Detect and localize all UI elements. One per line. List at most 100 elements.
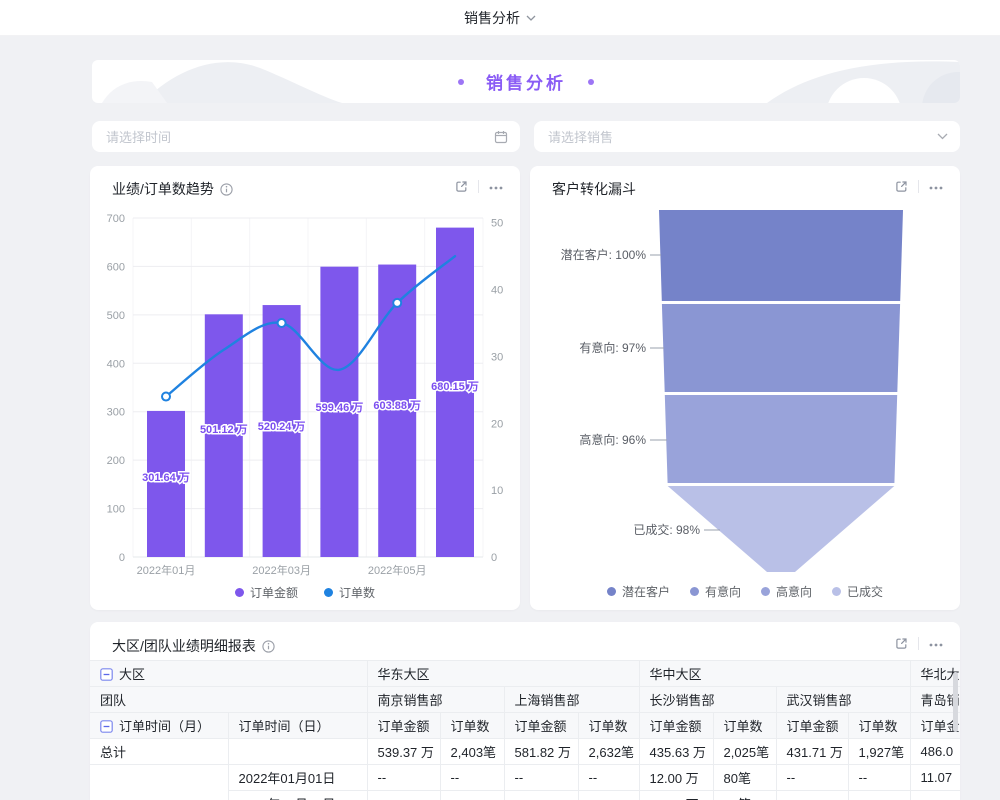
- svg-text:200: 200: [107, 455, 125, 467]
- svg-text:2022年03月: 2022年03月: [252, 563, 311, 577]
- expand-icon[interactable]: [454, 179, 469, 194]
- value-cell: --: [848, 765, 910, 791]
- legend-item-line[interactable]: 订单数: [324, 584, 375, 601]
- value-cell: 11.07: [910, 765, 960, 791]
- svg-text:2022年01月: 2022年01月: [137, 563, 196, 577]
- svg-text:301.64 万: 301.64 万: [142, 471, 190, 484]
- svg-text:700: 700: [107, 213, 125, 225]
- info-icon[interactable]: [262, 640, 275, 653]
- team-header-cell: 武汉销售部: [776, 687, 910, 713]
- svg-text:0: 0: [119, 552, 125, 564]
- collapse-icon[interactable]: [100, 668, 113, 681]
- svg-text:600: 600: [107, 261, 125, 273]
- svg-text:680.15 万: 680.15 万: [431, 380, 479, 393]
- more-options-icon[interactable]: [488, 180, 504, 194]
- calendar-icon[interactable]: [494, 130, 508, 144]
- legend-item-funnel-stage[interactable]: 已成交: [832, 583, 883, 600]
- value-cell: [367, 791, 440, 800]
- svg-text:603.88 万: 603.88 万: [373, 399, 421, 412]
- svg-text:40: 40: [491, 285, 503, 297]
- value-cell: --: [504, 765, 578, 791]
- row-total-label: 总计: [90, 739, 228, 765]
- expand-icon[interactable]: [894, 179, 909, 194]
- value-cell: --: [776, 765, 848, 791]
- vertical-scrollbar-thumb[interactable]: [953, 672, 958, 732]
- day-column-header: 订单时间（日）: [228, 713, 367, 739]
- svg-text:高意向: 96%: 高意向: 96%: [579, 432, 646, 447]
- topbar: 销售分析: [0, 0, 1000, 36]
- value-cell: 435.63 万: [639, 739, 713, 765]
- trend-chart-card: 业绩/订单数趋势 0100200300400500600700010203040…: [90, 166, 520, 610]
- metric-column-header: 订单数: [578, 713, 639, 739]
- svg-text:520.24 万: 520.24 万: [258, 420, 306, 433]
- region-dimension-cell: 大区: [90, 661, 367, 687]
- report-table-card: 大区/团队业绩明细报表 大区华东大区华中大区华北大区团队南京销售部上海销售部长沙…: [90, 622, 960, 800]
- value-cell: 2,025笔: [713, 739, 776, 765]
- svg-text:30: 30: [491, 351, 503, 363]
- sales-filter-placeholder: 请选择销售: [548, 127, 937, 146]
- legend-dot: [761, 587, 770, 596]
- legend-label: 潜在客户: [622, 583, 670, 600]
- banner-title: 销售分析: [486, 69, 566, 94]
- value-cell: 539.37 万: [367, 739, 440, 765]
- time-filter-input[interactable]: 请选择时间: [92, 121, 520, 152]
- region-header-cell: 华中大区: [639, 661, 910, 687]
- chevron-down-icon[interactable]: [937, 133, 948, 140]
- value-cell: 2,632笔: [578, 739, 639, 765]
- value-cell: --: [440, 765, 504, 791]
- value-cell: [910, 791, 960, 800]
- more-options-icon[interactable]: [928, 180, 944, 194]
- expand-icon[interactable]: [894, 636, 909, 651]
- report-title: 大区/团队业绩明细报表: [112, 636, 256, 656]
- page-title-dropdown[interactable]: 销售分析: [464, 8, 520, 28]
- svg-text:599.46 万: 599.46 万: [316, 401, 364, 414]
- svg-text:有意向: 97%: 有意向: 97%: [579, 340, 646, 355]
- metric-column-header: 订单数: [440, 713, 504, 739]
- legend-label: 订单金额: [250, 584, 298, 601]
- value-cell: 486.0: [910, 739, 960, 765]
- value-cell: [504, 791, 578, 800]
- region-header-cell: 华东大区: [367, 661, 639, 687]
- value-cell: --: [367, 765, 440, 791]
- legend-item-funnel-stage[interactable]: 潜在客户: [607, 583, 670, 600]
- day-cell: 2022年01月02日: [228, 791, 367, 800]
- svg-text:已成交: 98%: 已成交: 98%: [633, 522, 700, 537]
- legend-item-funnel-stage[interactable]: 高意向: [761, 583, 812, 600]
- svg-text:300: 300: [107, 407, 125, 419]
- divider: [918, 637, 919, 650]
- info-icon[interactable]: [220, 183, 233, 196]
- chevron-down-icon[interactable]: [526, 15, 536, 21]
- funnel-legend: 潜在客户 有意向 高意向 已成交: [530, 583, 960, 600]
- divider: [478, 180, 479, 193]
- sales-filter-select[interactable]: 请选择销售: [534, 121, 960, 152]
- team-header-cell: 长沙销售部: [639, 687, 776, 713]
- svg-text:501.12 万: 501.12 万: [200, 423, 248, 436]
- legend-dot: [235, 588, 244, 597]
- value-cell: 80笔: [713, 765, 776, 791]
- legend-item-bar[interactable]: 订单金额: [235, 584, 298, 601]
- team-dimension-cell: 团队: [90, 687, 367, 713]
- funnel-chart-card: 客户转化漏斗 潜在客户: 100%有意向: 97%高意向: 96%已成交: 98…: [530, 166, 960, 610]
- legend-dot: [832, 587, 841, 596]
- svg-text:2022年05月: 2022年05月: [368, 563, 427, 577]
- team-header-cell: 上海销售部: [504, 687, 639, 713]
- metric-column-header: 订单金额: [639, 713, 713, 739]
- legend-dot: [324, 588, 333, 597]
- legend-label: 已成交: [847, 583, 883, 600]
- legend-dot: [690, 587, 699, 596]
- collapse-icon[interactable]: [100, 720, 113, 733]
- value-cell: 22.05 万: [639, 791, 713, 800]
- legend-dot: [607, 587, 616, 596]
- value-cell: 581.82 万: [504, 739, 578, 765]
- conversion-funnel-chart: 潜在客户: 100% 有意向: 97% 高意向: 96% 已成交: 98%: [530, 166, 960, 610]
- svg-text:潜在客户: 100%: 潜在客户: 100%: [561, 247, 647, 262]
- legend-item-funnel-stage[interactable]: 有意向: [690, 583, 741, 600]
- svg-text:0: 0: [491, 552, 497, 564]
- banner-right-dot: [588, 79, 594, 85]
- time-filter-placeholder: 请选择时间: [106, 127, 494, 146]
- more-options-icon[interactable]: [928, 637, 944, 651]
- day-cell: [228, 739, 367, 765]
- value-cell: [776, 791, 848, 800]
- team-header-cell: 南京销售部: [367, 687, 504, 713]
- metric-column-header: 订单金额: [776, 713, 848, 739]
